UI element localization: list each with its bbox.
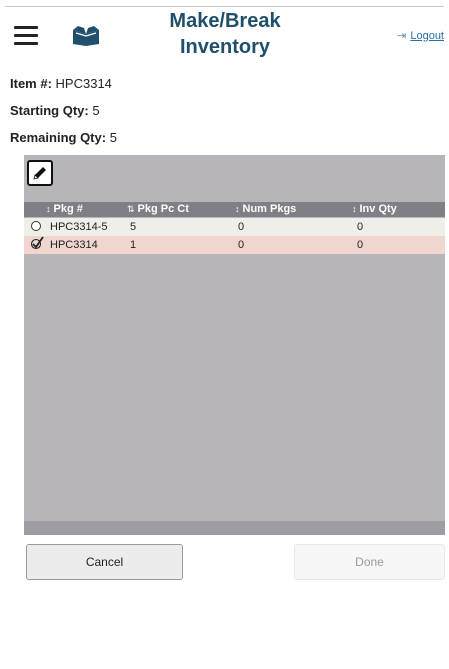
starting-qty-label: Starting Qty: bbox=[10, 103, 89, 118]
page-title: Make/Break Inventory bbox=[150, 8, 300, 60]
column-header-pkg[interactable]: ↕ Pkg # bbox=[46, 203, 83, 215]
num-pkgs-cell: 0 bbox=[238, 239, 245, 251]
column-header-inv-qty[interactable]: ↕ Inv Qty bbox=[352, 203, 397, 215]
inv-qty-cell: 0 bbox=[357, 239, 364, 251]
remaining-qty-row: Remaining Qty: 5 bbox=[10, 130, 117, 145]
pkg-cell: HPC3314 bbox=[50, 239, 98, 251]
logout-link[interactable]: ⇥ Logout bbox=[397, 29, 444, 43]
inv-qty-cell: 0 bbox=[357, 221, 364, 233]
checked-icon[interactable] bbox=[30, 236, 44, 250]
sort-icon: ↕ bbox=[235, 204, 240, 214]
pencil-icon bbox=[33, 167, 46, 180]
radio-button[interactable] bbox=[31, 221, 41, 231]
edit-button[interactable] bbox=[27, 160, 53, 186]
remaining-qty-value: 5 bbox=[109, 130, 117, 145]
cancel-button[interactable]: Cancel bbox=[26, 544, 183, 580]
pkg-cell: HPC3314-5 bbox=[50, 221, 108, 233]
pkg-pc-ct-cell: 5 bbox=[130, 221, 137, 233]
column-header-pkg-pc-ct[interactable]: ⇅ Pkg Pc Ct bbox=[127, 203, 189, 215]
done-button: Done bbox=[294, 544, 445, 580]
table-row[interactable]: HPC3314-5 5 0 0 bbox=[24, 218, 445, 236]
pkg-pc-ct-cell: 1 bbox=[130, 239, 137, 251]
num-pkgs-cell: 0 bbox=[238, 221, 245, 233]
grid-header: ↕ Pkg # ⇅ Pkg Pc Ct ↕ Num Pkgs ↕ Inv Qty bbox=[24, 202, 445, 217]
item-number-value: HPC3314 bbox=[55, 76, 112, 91]
app-header: Make/Break Inventory ⇥ Logout bbox=[0, 6, 449, 64]
starting-qty-row: Starting Qty: 5 bbox=[10, 103, 100, 118]
logout-label: Logout bbox=[410, 29, 444, 42]
box-icon[interactable] bbox=[71, 25, 101, 47]
sort-icon: ↕ bbox=[352, 204, 357, 214]
title-line-2: Inventory bbox=[179, 36, 271, 58]
grid-footer bbox=[24, 521, 445, 535]
item-number-label: Item #: bbox=[10, 76, 52, 91]
menu-icon[interactable] bbox=[14, 26, 38, 46]
title-line-1: Make/Break bbox=[169, 10, 281, 32]
item-number-row: Item #: HPC3314 bbox=[10, 76, 112, 91]
table-row-selected[interactable]: HPC3314 1 0 0 bbox=[24, 236, 445, 254]
starting-qty-value: 5 bbox=[92, 103, 100, 118]
column-header-num-pkgs[interactable]: ↕ Num Pkgs bbox=[235, 203, 296, 215]
logout-icon: ⇥ bbox=[397, 30, 407, 42]
sort-icon: ⇅ bbox=[127, 204, 135, 214]
package-grid: ↕ Pkg # ⇅ Pkg Pc Ct ↕ Num Pkgs ↕ Inv Qty HPC… bbox=[24, 155, 445, 535]
sort-icon: ↕ bbox=[46, 204, 51, 214]
remaining-qty-label: Remaining Qty: bbox=[10, 130, 107, 145]
